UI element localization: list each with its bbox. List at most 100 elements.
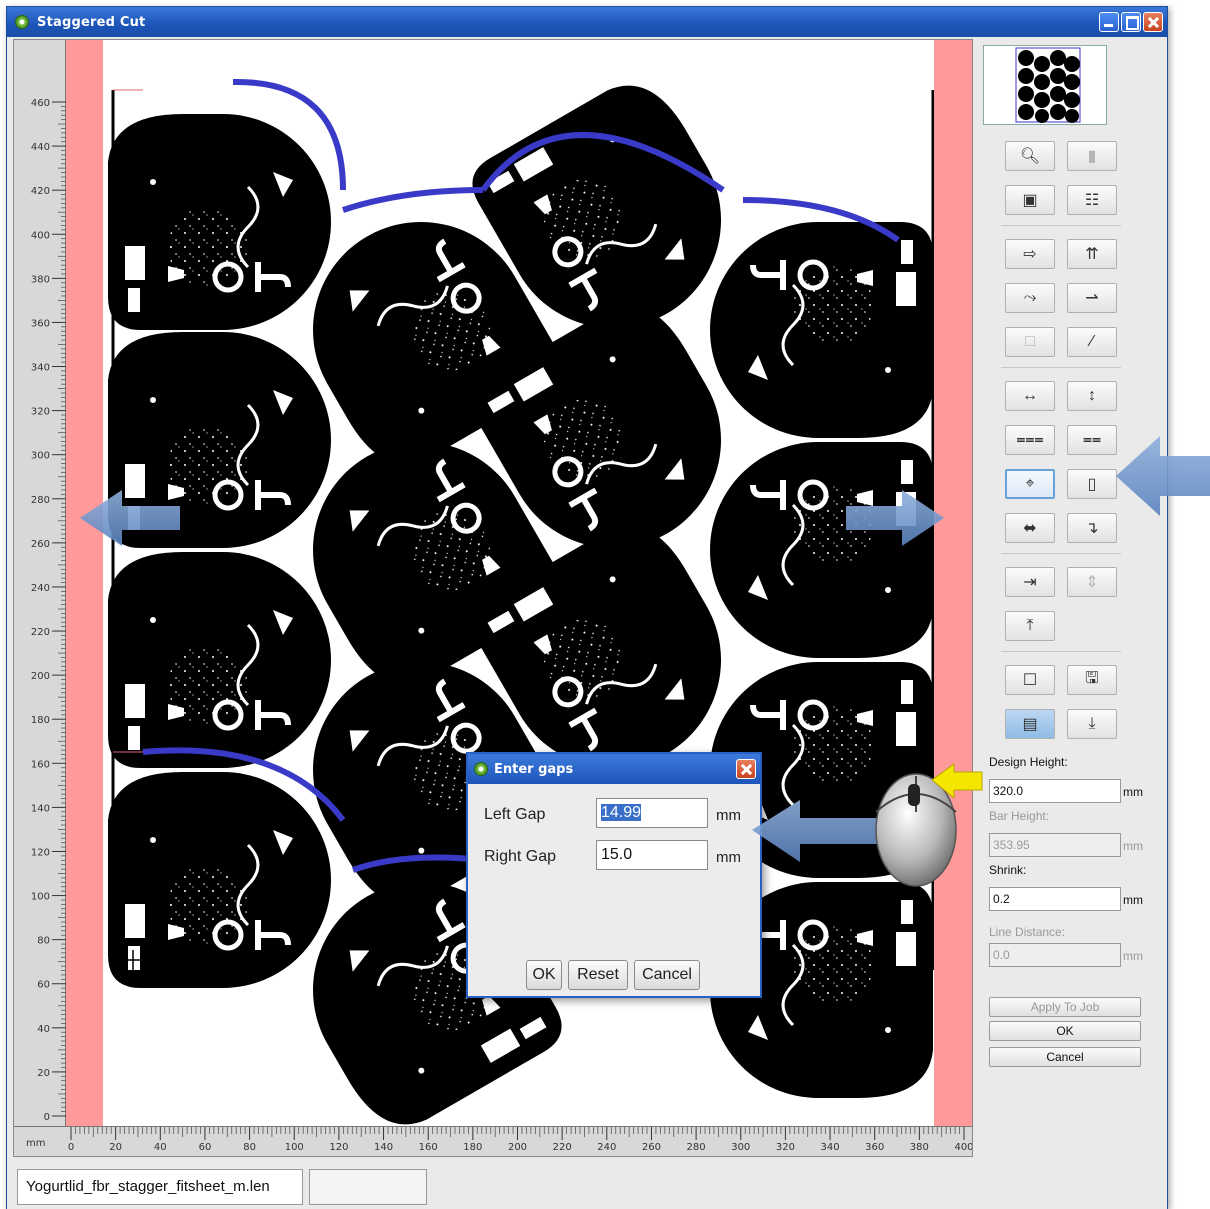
frame-icon: ▯ [1087,476,1097,493]
ruler-button[interactable]: ∕ [1067,327,1117,357]
tool-panel: 🔍︎ ▮ ▣ ☷ ⇨ ⇈ ⤳ ⇀ □ ∕ ↔ ↕ ⩶ ⩵ ⌖ ▯ ⬌ ↴ ⇥ ⇕… [979,39,1163,1157]
horizontal-tick-label: 40 [154,1142,167,1153]
frame-button[interactable]: ▯ [1067,469,1117,499]
horizontal-tick-label: 320 [776,1142,795,1153]
ruler-unit-label: mm [26,1138,46,1149]
right-gap-input[interactable]: 15.0 [596,840,708,870]
rectangle-button[interactable]: □ [1005,327,1055,357]
fit-center-button[interactable]: ⌖ [1005,469,1055,499]
staggered-cut-window: Staggered Cut 460 440 420 400 380 360 34… [6,6,1168,1209]
vertical-tick-label: 60 [37,980,50,991]
ruler-icon: ∕ [1090,333,1094,350]
design-height-input[interactable]: 320.0 [989,779,1121,803]
align-left-button[interactable]: ⇥ [1005,567,1055,597]
align-top-icon: ⤒ [1026,617,1034,634]
horizontal-tick-label: 300 [731,1142,750,1153]
maximize-button[interactable] [1121,12,1141,32]
vertical-tick-label: 280 [31,495,50,506]
rectangle-icon: □ [1025,333,1035,350]
horizontal-tick-label: 0 [68,1142,74,1153]
spread-horizontal-button[interactable]: ↔ [1005,381,1055,411]
vertical-tick-label: 400 [31,230,50,241]
dialog-title-bar: Enter gaps [468,754,760,784]
horizontal-tick-label: 20 [109,1142,122,1153]
vertical-tick-label: 140 [31,803,50,814]
dialog-cancel-button[interactable]: Cancel [634,960,700,990]
spread-vertical-button[interactable]: ↕ [1067,381,1117,411]
fit-center-icon: ⌖ [1025,475,1035,492]
align-right-button[interactable]: ⇀ [1067,283,1117,313]
distribute-top-button[interactable]: ⩶ [1005,425,1055,455]
spread-horizontal-icon: ↔ [1022,387,1038,404]
dialog-reset-button[interactable]: Reset [568,960,628,990]
left-gap-input[interactable]: 14.99 [596,798,708,828]
center-horizontal-button[interactable]: ⬌ [1005,513,1055,543]
status-filename: Yogurtlid_fbr_stagger_fitsheet_m.len [17,1169,303,1205]
side-cancel-button[interactable]: Cancel [989,1047,1141,1067]
horizontal-tick-label: 240 [597,1142,616,1153]
right-gap-unit: mm [716,849,741,866]
new-page-icon: ☐ [1022,672,1038,689]
align-top-button[interactable]: ⤒ [1005,611,1055,641]
vertical-tick-label: 260 [31,539,50,550]
projector-icon: ▣ [1022,192,1038,209]
design-height-label: Design Height: [989,755,1068,769]
apply-to-job-button[interactable]: Apply To Job [989,997,1141,1017]
horizontal-tick-label: 400 [954,1142,973,1153]
dialog-ok-button[interactable]: OK [526,960,562,990]
move-right-icon: ⇨ [1023,246,1037,263]
move-up-button[interactable]: ⇈ [1067,239,1117,269]
line-distance-unit: mm [1123,949,1143,963]
download-icon: ⤓ [1088,715,1096,732]
status-field [309,1169,427,1205]
flip-button[interactable]: ↴ [1067,513,1117,543]
move-right-button[interactable]: ⇨ [1005,239,1055,269]
close-button[interactable] [1143,12,1163,32]
vertical-tick-label: 240 [31,583,50,594]
vertical-tick-label: 220 [31,627,50,638]
align-right-icon: ⇀ [1085,290,1099,307]
shrink-label: Shrink: [989,863,1027,877]
spread-vertical-icon: ↕ [1088,387,1096,404]
move-up-icon: ⇈ [1085,246,1099,263]
rotate-button[interactable]: ⤳ [1005,283,1055,313]
page-button[interactable]: ▮ [1067,141,1117,171]
vertical-tick-label: 420 [31,186,50,197]
vertical-tick-label: 40 [37,1024,50,1035]
layout-button[interactable]: ☷ [1067,185,1117,215]
line-distance-label: Line Distance: [989,925,1066,939]
app-icon [15,15,29,29]
horizontal-tick-label: 260 [642,1142,661,1153]
stack-button[interactable]: ▤ [1005,709,1055,739]
vertical-tick-label: 360 [31,318,50,329]
save-button[interactable]: 🖫︎ [1067,665,1117,695]
layout-icon: ☷ [1084,192,1100,209]
minimize-button[interactable] [1099,12,1119,32]
align-vertical-button[interactable]: ⇕ [1067,567,1117,597]
stack-icon: ▤ [1022,716,1038,733]
horizontal-tick-label: 340 [821,1142,840,1153]
vertical-tick-label: 80 [37,936,50,947]
new-page-button[interactable]: ☐ [1005,665,1055,695]
dialog-title: Enter gaps [494,762,574,777]
bar-height-input[interactable]: 353.95 [989,833,1121,857]
download-button[interactable]: ⤓ [1067,709,1117,739]
vertical-tick-label: 160 [31,759,50,770]
title-bar: Staggered Cut [7,7,1167,37]
distribute-bottom-button[interactable]: ⩵ [1067,425,1117,455]
projector-button[interactable]: ▣ [1005,185,1055,215]
vertical-tick-label: 320 [31,407,50,418]
right-gap-value: 15.0 [601,846,633,863]
shrink-input[interactable]: 0.2 [989,887,1121,911]
horizontal-tick-label: 140 [374,1142,393,1153]
right-gap-label: Right Gap [484,848,557,865]
dialog-close-button[interactable] [736,759,756,779]
dialog-app-icon [474,762,488,776]
distribute-bottom-icon: ⩵ [1082,431,1102,448]
vertical-tick-label: 380 [31,274,50,285]
layout-thumbnail[interactable] [983,45,1107,125]
line-distance-input[interactable]: 0.0 [989,943,1121,967]
vertical-tick-label: 20 [37,1068,50,1079]
zoom-button[interactable]: 🔍︎ [1005,141,1055,171]
side-ok-button[interactable]: OK [989,1021,1141,1041]
